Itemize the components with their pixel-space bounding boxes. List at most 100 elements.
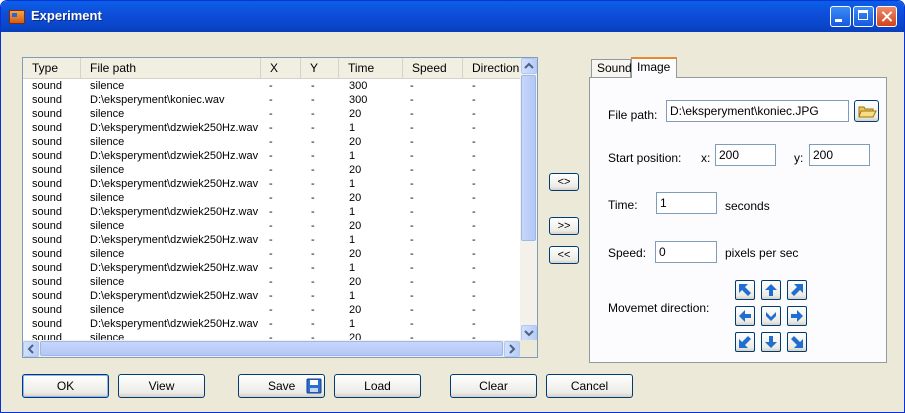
table-row[interactable]: sound D:\eksperyment\koniec.wav - - 300 - - [23,93,521,107]
arrow-down-icon [765,336,777,348]
arrow-up-icon [765,284,777,296]
table-cell: - [472,206,476,218]
direction-up-right-button[interactable] [787,280,807,300]
table-cell: - [472,94,476,106]
experiment-steps-list[interactable]: Type File path X Y Time Speed Direction … [22,57,538,358]
column-header-direction[interactable]: Direction [463,58,521,78]
table-cell: - [410,262,414,274]
direction-down-button[interactable] [761,332,781,352]
table-cell: - [311,192,315,204]
column-header-time[interactable]: Time [339,58,403,78]
table-cell: - [269,192,273,204]
table-row[interactable]: sound silence - - 20 - - [23,135,521,149]
view-button[interactable]: View [118,374,205,398]
cancel-button[interactable]: Cancel [546,374,633,398]
table-cell: - [269,234,273,246]
table-row[interactable]: sound silence - - 20 - - [23,247,521,261]
save-button[interactable]: Save [238,374,325,398]
clear-button[interactable]: Clear [450,374,537,398]
table-cell: - [410,80,414,92]
table-cell: - [311,122,315,134]
image-tab-panel: File path: D:\eksperyment\koniec.JPG Sta… [589,77,887,363]
column-header-file-path[interactable]: File path [81,58,261,78]
vertical-scrollbar[interactable] [520,58,537,341]
table-row[interactable]: sound D:\eksperyment\dzwiek250Hz.wav - -1- - [23,289,521,303]
table-row[interactable]: sound D:\eksperyment\dzwiek250Hz.wav - -1- - [23,233,521,247]
direction-down-button-center[interactable] [761,306,781,326]
app-icon [9,10,25,24]
direction-left-button[interactable] [735,306,755,326]
table-cell: - [410,94,414,106]
start-y-field[interactable]: 200 [809,144,870,166]
chevron-down-icon [524,330,534,337]
scroll-up-button[interactable] [521,58,537,74]
table-cell: 1 [349,318,356,330]
browse-file-button[interactable] [854,100,879,122]
direction-up-left-button[interactable] [735,280,755,300]
x-label: x: [701,151,711,165]
tab-sound[interactable]: Sound [591,59,632,77]
table-row[interactable]: sound silence - - 20 - - [23,163,521,177]
table-row[interactable]: sound silence - - 20 - - [23,191,521,205]
table-row[interactable]: sound D:\eksperyment\dzwiek250Hz.wav - -1- - [23,121,521,135]
table-row[interactable]: sound silence - - 20 - - [23,107,521,121]
table-row[interactable]: sound D:\eksperyment\dzwiek250Hz.wav - -1- - [23,205,521,219]
y-label: y: [794,151,804,165]
table-row[interactable]: sound silence - - 20 - - [23,275,521,289]
column-header-type[interactable]: Type [23,58,81,78]
horizontal-scroll-thumb[interactable] [40,341,503,356]
experiment-window: Experiment Type File path X Y Time Speed… [0,0,905,413]
vertical-scroll-thumb[interactable] [521,75,536,241]
arrow-right-icon [791,310,803,322]
table-cell: - [472,192,476,204]
start-x-field[interactable]: 200 [715,144,776,166]
time-field[interactable]: 1 [656,192,717,214]
speed-field[interactable]: 0 [655,241,717,263]
table-cell: 1 [349,122,356,134]
ok-button[interactable]: OK [22,374,109,398]
table-row[interactable]: sound D:\eksperyment\dzwiek250Hz.wav - -1- - [23,317,521,331]
column-header-y[interactable]: Y [301,58,339,78]
table-row[interactable]: sound silence - - 300 - - [23,79,521,93]
table-cell: - [311,276,315,288]
column-header-speed[interactable]: Speed [403,58,463,78]
minimize-button[interactable] [830,6,851,27]
table-cell: - [410,136,414,148]
direction-right-button[interactable] [787,306,807,326]
table-cell: - [311,262,315,274]
scroll-right-button[interactable] [504,341,520,357]
table-cell: 1 [349,206,356,218]
horizontal-scrollbar[interactable] [23,340,521,357]
close-button[interactable] [876,6,897,27]
table-cell: - [311,304,315,316]
column-header-x[interactable]: X [261,58,301,78]
table-cell: D:\eksperyment\dzwiek250Hz.wav [90,206,259,218]
scroll-down-button[interactable] [521,325,537,341]
table-cell: silence [90,80,125,92]
table-row[interactable]: sound D:\eksperyment\dzwiek250Hz.wav - -1- - [23,177,521,191]
table-cell: - [410,150,414,162]
table-cell: - [472,136,476,148]
table-row[interactable]: sound D:\eksperyment\dzwiek250Hz.wav - -1- - [23,149,521,163]
table-cell: - [472,318,476,330]
table-row[interactable]: sound silence - - 20 - - [23,303,521,317]
swap-button[interactable]: <> [549,173,579,191]
title-bar[interactable]: Experiment [1,1,904,32]
table-row[interactable]: sound silence - - 20 - - [23,219,521,233]
table-row[interactable]: sound D:\eksperyment\dzwiek250Hz.wav - -1- - [23,261,521,275]
table-cell: silence [90,192,125,204]
table-cell: - [311,318,315,330]
remove-from-list-button[interactable]: << [549,246,579,264]
direction-down-left-button[interactable] [735,332,755,352]
direction-down-right-button[interactable] [787,332,807,352]
table-cell: - [410,192,414,204]
load-button[interactable]: Load [334,374,421,398]
add-to-list-button[interactable]: >> [549,217,579,235]
chevron-left-icon [27,344,34,354]
direction-up-button[interactable] [761,280,781,300]
scroll-left-button[interactable] [23,341,39,357]
table-cell: - [472,220,476,232]
tab-image[interactable]: Image [631,57,677,78]
file-path-field[interactable]: D:\eksperyment\koniec.JPG [666,100,849,122]
maximize-button[interactable] [853,6,874,27]
